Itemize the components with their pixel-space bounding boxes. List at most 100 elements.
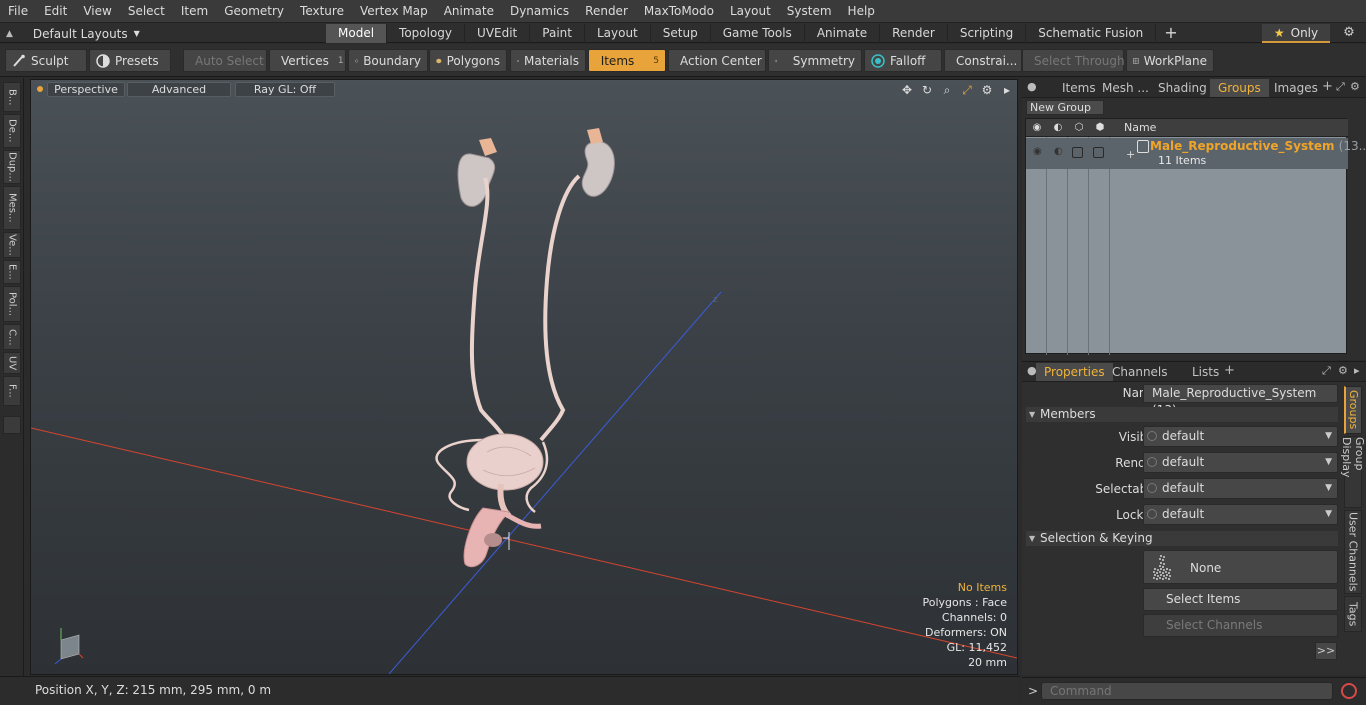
select-channels-button[interactable]: Select Channels [1143, 614, 1338, 637]
tab-properties[interactable]: Properties [1036, 363, 1113, 381]
sidebar-tab-mesh[interactable]: Mes... [3, 186, 21, 230]
row-render-icon[interactable]: ◐ [1054, 146, 1063, 157]
add-panel-tab-button[interactable]: + [1322, 79, 1333, 94]
viewport-menu-arrow-icon[interactable]: ▸ [999, 82, 1015, 98]
sidebar-tab-duplicate[interactable]: Dup... [3, 150, 21, 184]
menu-texture[interactable]: Texture [292, 0, 352, 22]
sidebar-tab-deform[interactable]: De... [3, 114, 21, 148]
new-group-button[interactable]: New Group [1026, 100, 1104, 115]
row-lock-checkbox[interactable] [1072, 147, 1083, 158]
visible-dropdown[interactable]: default ▼ [1143, 426, 1338, 447]
menu-dynamics[interactable]: Dynamics [502, 0, 577, 22]
tab-model[interactable]: Model [326, 24, 388, 43]
selectable-dropdown[interactable]: default ▼ [1143, 478, 1338, 499]
command-input[interactable] [1041, 682, 1333, 700]
tab-shading[interactable]: Shading [1150, 79, 1215, 97]
menu-system[interactable]: System [779, 0, 840, 22]
maximize-view-icon[interactable]: ⤢ [959, 82, 975, 98]
row-eye-icon[interactable]: ◉ [1033, 146, 1042, 157]
select-through-button[interactable]: Select Through [1022, 49, 1125, 72]
side-tab-groups[interactable]: Groups [1344, 386, 1362, 434]
add-tab-button[interactable]: + [1156, 24, 1185, 43]
expand-panel-icon[interactable]: ⤢ [1322, 364, 1331, 378]
selection-keying-section[interactable]: ▼ Selection & Keying [1026, 531, 1338, 546]
menu-view[interactable]: View [75, 0, 119, 22]
tab-images[interactable]: Images [1266, 79, 1326, 97]
tab-mesh[interactable]: Mesh ... [1094, 79, 1157, 97]
render-icon[interactable]: ◐ [1051, 122, 1065, 134]
symmetry-button[interactable]: Symmetry [768, 49, 862, 72]
menu-render[interactable]: Render [577, 0, 636, 22]
menu-geometry[interactable]: Geometry [216, 0, 292, 22]
locked-dropdown[interactable]: default ▼ [1143, 504, 1338, 525]
menu-layout[interactable]: Layout [722, 0, 779, 22]
lock-icon[interactable]: ⬡ [1072, 122, 1086, 134]
materials-button[interactable]: Materials [510, 49, 586, 72]
expand-panel-icon[interactable]: ⤢ [1336, 80, 1345, 94]
menu-maxtomodo[interactable]: MaxToModo [636, 0, 722, 22]
record-icon[interactable] [1341, 683, 1357, 699]
menu-vertex-map[interactable]: Vertex Map [352, 0, 436, 22]
presets-button[interactable]: Presets [89, 49, 171, 72]
row-select-checkbox[interactable] [1093, 147, 1104, 158]
tab-groups[interactable]: Groups [1210, 79, 1269, 97]
falloff-button[interactable]: Falloff [864, 49, 942, 72]
add-props-tab-button[interactable]: + [1224, 363, 1235, 378]
menu-edit[interactable]: Edit [36, 0, 75, 22]
name-column-header[interactable]: Name [1124, 121, 1156, 134]
sidebar-collapse-button[interactable] [3, 416, 21, 434]
viewport-settings-icon[interactable]: ⚙ [979, 82, 995, 98]
tab-channels[interactable]: Channels [1104, 363, 1176, 381]
items-button[interactable]: Items 5 [588, 49, 666, 72]
only-toggle[interactable]: ★ Only [1262, 24, 1330, 43]
zoom-view-icon[interactable]: ⌕ [939, 82, 955, 98]
side-tab-user-channels[interactable]: User Channels [1344, 510, 1362, 594]
tab-render[interactable]: Render [880, 24, 948, 43]
rotate-view-icon[interactable]: ↻ [919, 82, 935, 98]
sidebar-tab-curve[interactable]: C... [3, 324, 21, 350]
panel-arrow-icon[interactable]: ▸ [1354, 364, 1360, 377]
members-section[interactable]: ▼ Members [1026, 407, 1338, 422]
constraints-button[interactable]: Constrai... [944, 49, 1022, 72]
raygl-toggle[interactable]: Ray GL: Off [235, 82, 335, 97]
polygons-button[interactable]: Polygons [429, 49, 507, 72]
tab-topology[interactable]: Topology [387, 24, 466, 43]
sculpt-button[interactable]: Sculpt [5, 49, 87, 72]
selection-set-button[interactable]: None [1143, 550, 1338, 584]
side-tab-tags[interactable]: Tags [1344, 596, 1362, 632]
tab-setup[interactable]: Setup [651, 24, 711, 43]
tab-layout[interactable]: Layout [585, 24, 651, 43]
sidebar-tab-basic[interactable]: B... [3, 82, 21, 112]
3d-viewport[interactable]: z Perspective Advanced Ray GL: Off ✥ ↻ ⌕… [30, 79, 1018, 675]
render-dropdown[interactable]: default ▼ [1143, 452, 1338, 473]
sidebar-tab-fusion[interactable]: F... [3, 376, 21, 406]
workplane-button[interactable]: WorkPlane [1126, 49, 1214, 72]
menu-file[interactable]: File [0, 0, 36, 22]
action-center-button[interactable]: Action Center [668, 49, 766, 72]
tab-uvedit[interactable]: UVEdit [465, 24, 531, 43]
tab-scripting[interactable]: Scripting [948, 24, 1027, 43]
shading-mode-dropdown[interactable]: Advanced [127, 82, 231, 97]
perspective-dropdown[interactable]: Perspective [47, 82, 125, 97]
group-row-male-reproductive-system[interactable]: ◉ ◐ + Male_Reproductive_System (13... 11… [1026, 138, 1366, 169]
sidebar-tab-edge[interactable]: E... [3, 260, 21, 284]
menu-item[interactable]: Item [173, 0, 216, 22]
tab-paint[interactable]: Paint [530, 24, 585, 43]
more-button[interactable]: >> [1315, 642, 1337, 660]
sidebar-tab-polygon[interactable]: Pol... [3, 286, 21, 322]
gear-icon[interactable]: ⚙ [1340, 25, 1358, 42]
panel-settings-icon[interactable]: ⚙ [1338, 364, 1348, 377]
menu-animate[interactable]: Animate [436, 0, 502, 22]
sidebar-tab-vertex[interactable]: Ve... [3, 232, 21, 258]
side-tab-group-display[interactable]: Group Display [1340, 436, 1366, 508]
collapse-up-icon[interactable]: ▲ [6, 29, 13, 39]
sidebar-tab-uv[interactable]: UV [3, 352, 21, 374]
tab-animate[interactable]: Animate [805, 24, 881, 43]
auto-select-button[interactable]: Auto Select [183, 49, 267, 72]
move-view-icon[interactable]: ✥ [899, 82, 915, 98]
tab-lists[interactable]: Lists [1184, 363, 1227, 381]
panel-settings-icon[interactable]: ⚙ [1350, 80, 1360, 93]
tab-game-tools[interactable]: Game Tools [711, 24, 805, 43]
menu-help[interactable]: Help [840, 0, 883, 22]
eye-icon[interactable]: ◉ [1030, 122, 1044, 134]
